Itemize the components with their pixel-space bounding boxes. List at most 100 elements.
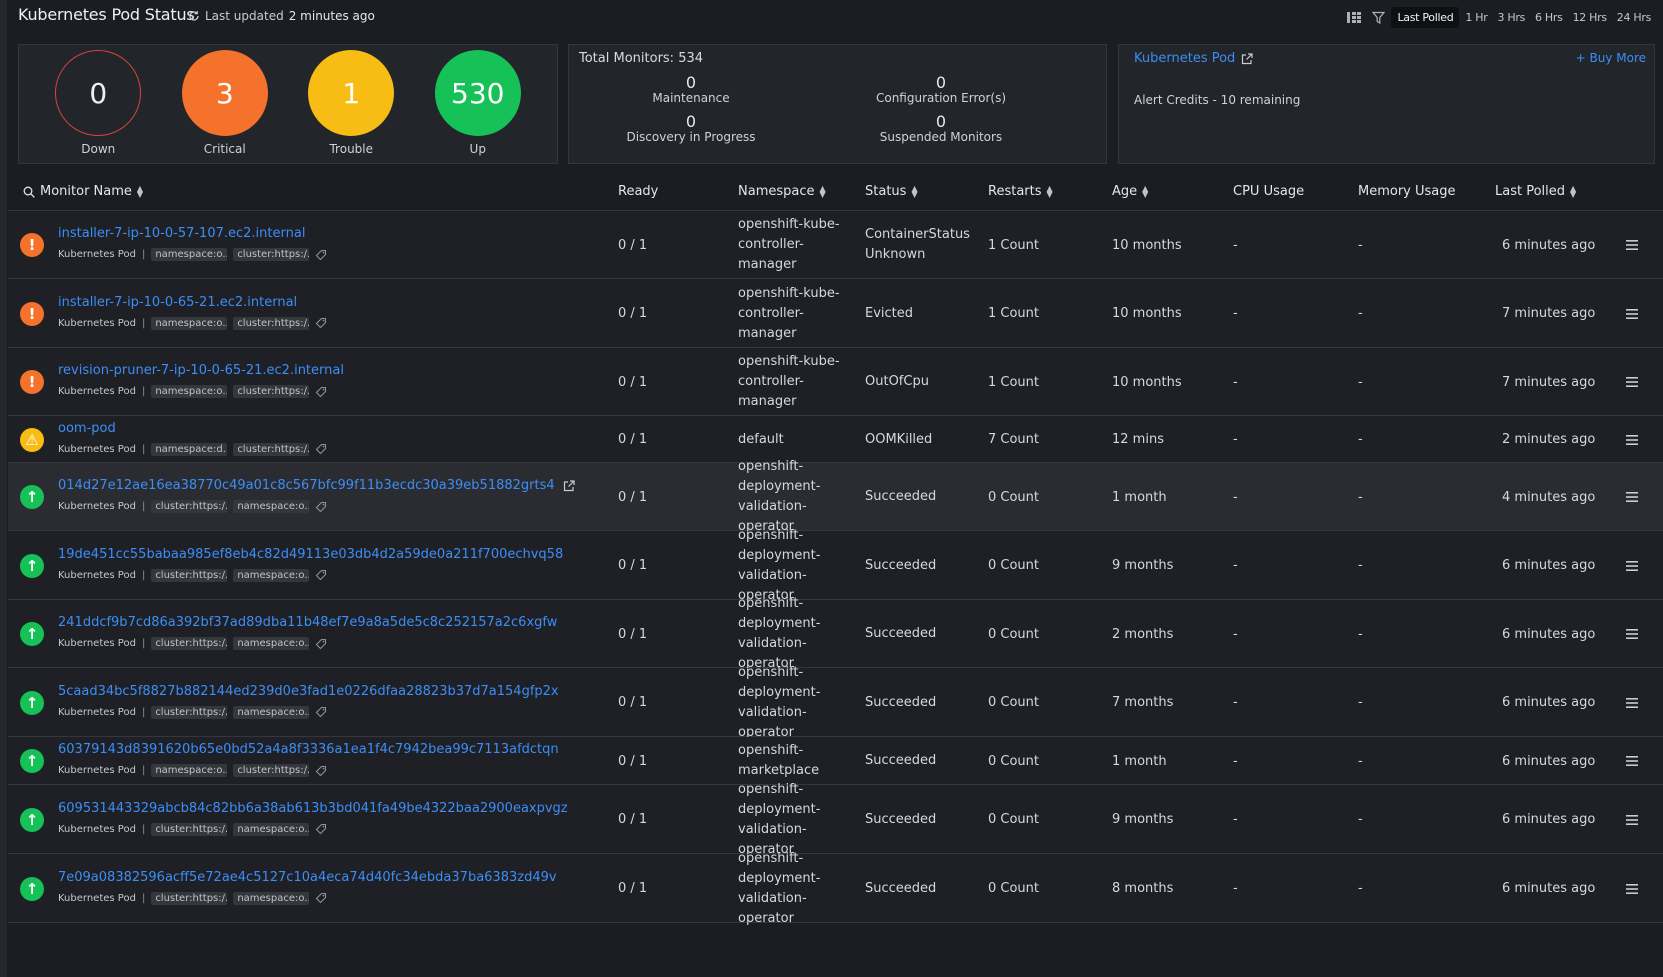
table-row[interactable]: ! installer-7-ip-10-0-57-107.ec2.interna… (8, 211, 1663, 279)
monitor-tag[interactable]: namespace:o... (233, 891, 310, 905)
tag-icon[interactable] (315, 317, 327, 329)
tag-icon[interactable] (315, 569, 327, 581)
row-menu-icon[interactable] (1625, 434, 1639, 446)
external-link-icon[interactable] (563, 479, 575, 492)
monitor-name[interactable]: 60379143d8391620b65e0bd52a4a8f3336a1ea1f… (58, 742, 559, 757)
monitor-name-link[interactable]: 241ddcf9b7cd86a392bf37ad89dba11b48ef7e9a… (58, 615, 557, 630)
trouble-count[interactable]: 1 (308, 50, 395, 136)
monitor-tag[interactable]: namespace:o... (233, 637, 310, 650)
table-row[interactable]: ↑ 241ddcf9b7cd86a392bf37ad89dba11b48ef7e… (8, 596, 1663, 671)
monitor-tag[interactable]: cluster:https:/... (233, 316, 310, 330)
monitor-tag[interactable]: namespace:o... (151, 248, 228, 261)
config-errors-stat[interactable]: 0 Configuration Error(s) (831, 74, 1051, 106)
sort-icon[interactable]: ▲ ▼ (1142, 184, 1148, 198)
col-monitor-name[interactable]: Monitor Name ▲ ▼ (23, 184, 143, 199)
row-menu-icon[interactable] (1625, 697, 1639, 709)
kubernetes-pod-link-label[interactable]: Kubernetes Pod (1134, 51, 1235, 66)
monitor-tag[interactable]: cluster:https:/... (233, 385, 310, 398)
monitor-tag[interactable]: cluster:https:/... (151, 568, 228, 582)
down-count[interactable]: 0 (55, 50, 142, 136)
row-menu-icon[interactable] (1625, 491, 1639, 503)
sort-icon[interactable]: ▲ ▼ (1570, 184, 1576, 198)
monitor-name-link[interactable]: 7e09a08382596acff5e72ae4c5127c10a4eca74d… (58, 870, 557, 885)
monitor-tag[interactable]: cluster:https:/... (233, 248, 310, 261)
time-filter-last-polled[interactable]: Last Polled (1391, 6, 1460, 28)
monitor-name[interactable]: 014d27e12ae16ea38770c49a01c8c567bfc99f11… (58, 478, 555, 493)
col-status[interactable]: Status ▲ ▼ (865, 184, 918, 199)
monitor-name[interactable]: revision-pruner-7-ip-10-0-65-21.ec2.inte… (58, 363, 344, 378)
table-row[interactable]: ! installer-7-ip-10-0-65-21.ec2.internal… (8, 279, 1663, 348)
monitor-tag[interactable]: cluster:https:/... (151, 705, 228, 719)
suspended-stat[interactable]: 0 Suspended Monitors (831, 113, 1051, 145)
sort-icon[interactable]: ▲ ▼ (137, 184, 143, 198)
monitor-name-link[interactable]: oom-pod (58, 421, 116, 436)
row-menu-icon[interactable] (1625, 560, 1639, 572)
monitor-tag[interactable]: namespace:o... (151, 316, 228, 330)
tag-icon[interactable] (315, 765, 327, 777)
col-age[interactable]: Age ▲ ▼ (1112, 184, 1148, 199)
col-namespace[interactable]: Namespace ▲ ▼ (738, 184, 826, 199)
critical-count[interactable]: 3 (181, 50, 268, 136)
table-row[interactable]: ↑ 5caad34bc5f8827b882144ed239d0e3fad1e02… (8, 665, 1663, 740)
tag-icon[interactable] (315, 501, 327, 513)
critical-summary[interactable]: 3 Critical (175, 50, 275, 156)
monitor-name[interactable]: installer-7-ip-10-0-65-21.ec2.internal (58, 295, 297, 310)
filter-icon[interactable] (1367, 6, 1389, 28)
search-icon[interactable] (23, 186, 35, 198)
up-count[interactable]: 530 (434, 50, 521, 136)
discovery-stat[interactable]: 0 Discovery in Progress (581, 113, 801, 145)
maintenance-stat[interactable]: 0 Maintenance (581, 74, 801, 106)
row-menu-icon[interactable] (1625, 883, 1639, 895)
row-menu-icon[interactable] (1625, 376, 1639, 388)
refresh-icon[interactable] (188, 10, 200, 22)
monitor-tag[interactable]: cluster:https:/... (151, 500, 228, 513)
monitor-tag[interactable]: namespace:o... (151, 764, 228, 777)
monitor-name-link[interactable]: installer-7-ip-10-0-57-107.ec2.internal (58, 226, 305, 241)
col-memory[interactable]: Memory Usage (1358, 184, 1456, 199)
monitor-name[interactable]: 241ddcf9b7cd86a392bf37ad89dba11b48ef7e9a… (58, 615, 557, 630)
monitor-name-link[interactable]: installer-7-ip-10-0-65-21.ec2.internal (58, 295, 297, 310)
trouble-summary[interactable]: 1 Trouble (301, 50, 401, 156)
monitor-name-link[interactable]: 5caad34bc5f8827b882144ed239d0e3fad1e0226… (58, 684, 559, 699)
monitor-tag[interactable]: namespace:o... (151, 385, 228, 398)
tag-icon[interactable] (315, 443, 327, 455)
down-summary[interactable]: 0 Down (48, 50, 148, 156)
time-filter-24hrs[interactable]: 24 Hrs (1613, 7, 1655, 28)
table-row[interactable]: ↑ 014d27e12ae16ea38770c49a01c8c567bfc99f… (8, 459, 1663, 534)
time-filter-6hrs[interactable]: 6 Hrs (1531, 7, 1567, 28)
col-restarts[interactable]: Restarts ▲ ▼ (988, 184, 1053, 199)
monitor-name[interactable]: 5caad34bc5f8827b882144ed239d0e3fad1e0226… (58, 684, 559, 699)
buy-more-link[interactable]: + Buy More (1576, 51, 1646, 65)
table-row[interactable]: ↑ 609531443329abcb84c82bb6a38ab613b3bd04… (8, 782, 1663, 857)
time-filter-1hr[interactable]: 1 Hr (1461, 7, 1491, 28)
sort-icon[interactable]: ▲ ▼ (1047, 184, 1053, 198)
monitor-tag[interactable]: cluster:https:/... (151, 891, 228, 905)
row-menu-icon[interactable] (1625, 755, 1639, 767)
time-filter-12hrs[interactable]: 12 Hrs (1569, 7, 1611, 28)
col-last-polled[interactable]: Last Polled ▲ ▼ (1495, 184, 1576, 199)
table-row[interactable]: ↑ 19de451cc55babaa985ef8eb4c82d49113e03d… (8, 528, 1663, 603)
monitor-name-link[interactable]: 60379143d8391620b65e0bd52a4a8f3336a1ea1f… (58, 742, 559, 757)
monitor-tag[interactable]: namespace:o... (233, 500, 310, 513)
table-row[interactable]: ! revision-pruner-7-ip-10-0-65-21.ec2.in… (8, 348, 1663, 416)
table-row[interactable]: ⚠ oom-pod Kubernetes Pod | namespace:d..… (8, 416, 1663, 463)
monitor-name[interactable]: 19de451cc55babaa985ef8eb4c82d49113e03db4… (58, 547, 563, 562)
monitor-tag[interactable]: namespace:o... (233, 822, 310, 836)
sort-icon[interactable]: ▲ ▼ (820, 184, 826, 198)
sort-icon[interactable]: ▲ ▼ (911, 184, 917, 198)
up-summary[interactable]: 530 Up (428, 50, 528, 156)
monitor-tag[interactable]: cluster:https:/... (151, 637, 228, 650)
monitor-tag[interactable]: namespace:o... (233, 705, 310, 719)
monitor-name-link[interactable]: revision-pruner-7-ip-10-0-65-21.ec2.inte… (58, 363, 344, 378)
tag-icon[interactable] (315, 706, 327, 718)
monitor-tag[interactable]: cluster:https:/... (151, 822, 228, 836)
table-row[interactable]: ↑ 60379143d8391620b65e0bd52a4a8f3336a1ea… (8, 737, 1663, 785)
tag-icon[interactable] (315, 638, 327, 650)
row-menu-icon[interactable] (1625, 814, 1639, 826)
monitor-tag[interactable]: cluster:https:/... (233, 764, 310, 777)
column-chooser-icon[interactable] (1343, 6, 1365, 28)
kubernetes-pod-link[interactable]: Kubernetes Pod (1134, 51, 1253, 66)
row-menu-icon[interactable] (1625, 628, 1639, 640)
monitor-name[interactable]: installer-7-ip-10-0-57-107.ec2.internal (58, 226, 305, 241)
monitor-tag[interactable]: cluster:https:/... (233, 442, 310, 456)
